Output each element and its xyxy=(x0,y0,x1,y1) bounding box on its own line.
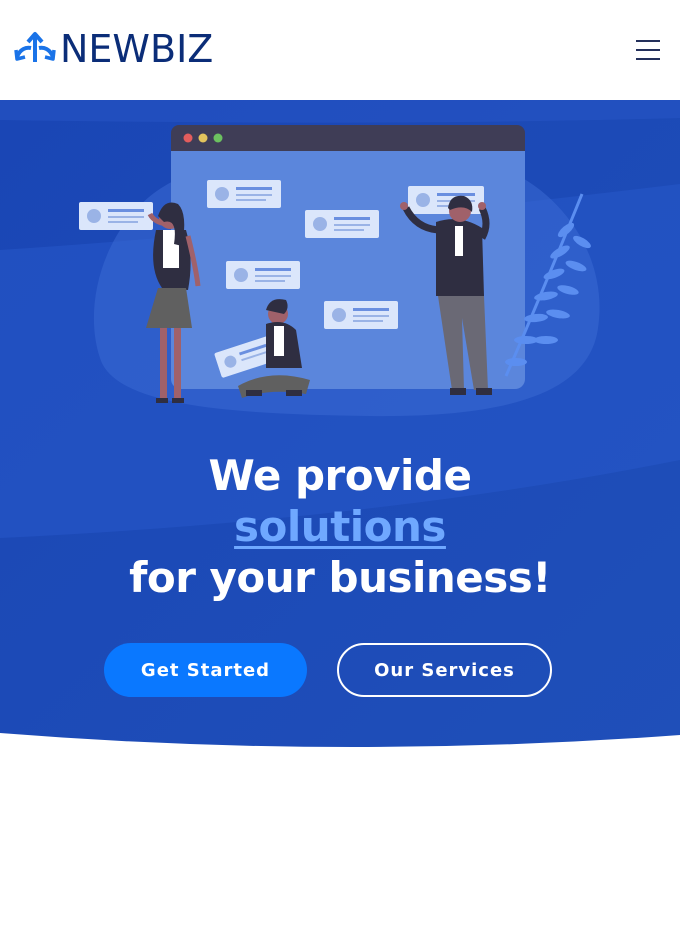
get-started-button[interactable]: Get Started xyxy=(104,643,307,697)
hamburger-bar xyxy=(636,49,660,51)
headline-line-3: for your business! xyxy=(129,553,551,602)
hero-headline: We provide solutions for your business! xyxy=(0,450,680,603)
profile-card xyxy=(305,210,379,238)
headline-line-1: We provide xyxy=(208,451,472,500)
profile-card xyxy=(226,261,300,289)
headline-highlight: solutions xyxy=(234,502,446,551)
our-services-button[interactable]: Our Services xyxy=(337,643,552,697)
brand-logo[interactable]: NEWBIZ xyxy=(14,30,213,68)
profile-card xyxy=(408,186,484,214)
brand-name: NEWBIZ xyxy=(60,27,214,71)
hero-section: We provide solutions for your business! … xyxy=(0,100,680,760)
site-header: NEWBIZ xyxy=(0,0,680,100)
hamburger-bar xyxy=(636,40,660,42)
profile-card xyxy=(207,180,281,208)
profile-card xyxy=(79,202,153,230)
arrows-split-icon xyxy=(14,32,56,62)
profile-card xyxy=(324,301,398,329)
hamburger-bar xyxy=(636,58,660,60)
hamburger-icon[interactable] xyxy=(636,38,662,62)
team-collaboration-illustration xyxy=(79,125,600,417)
